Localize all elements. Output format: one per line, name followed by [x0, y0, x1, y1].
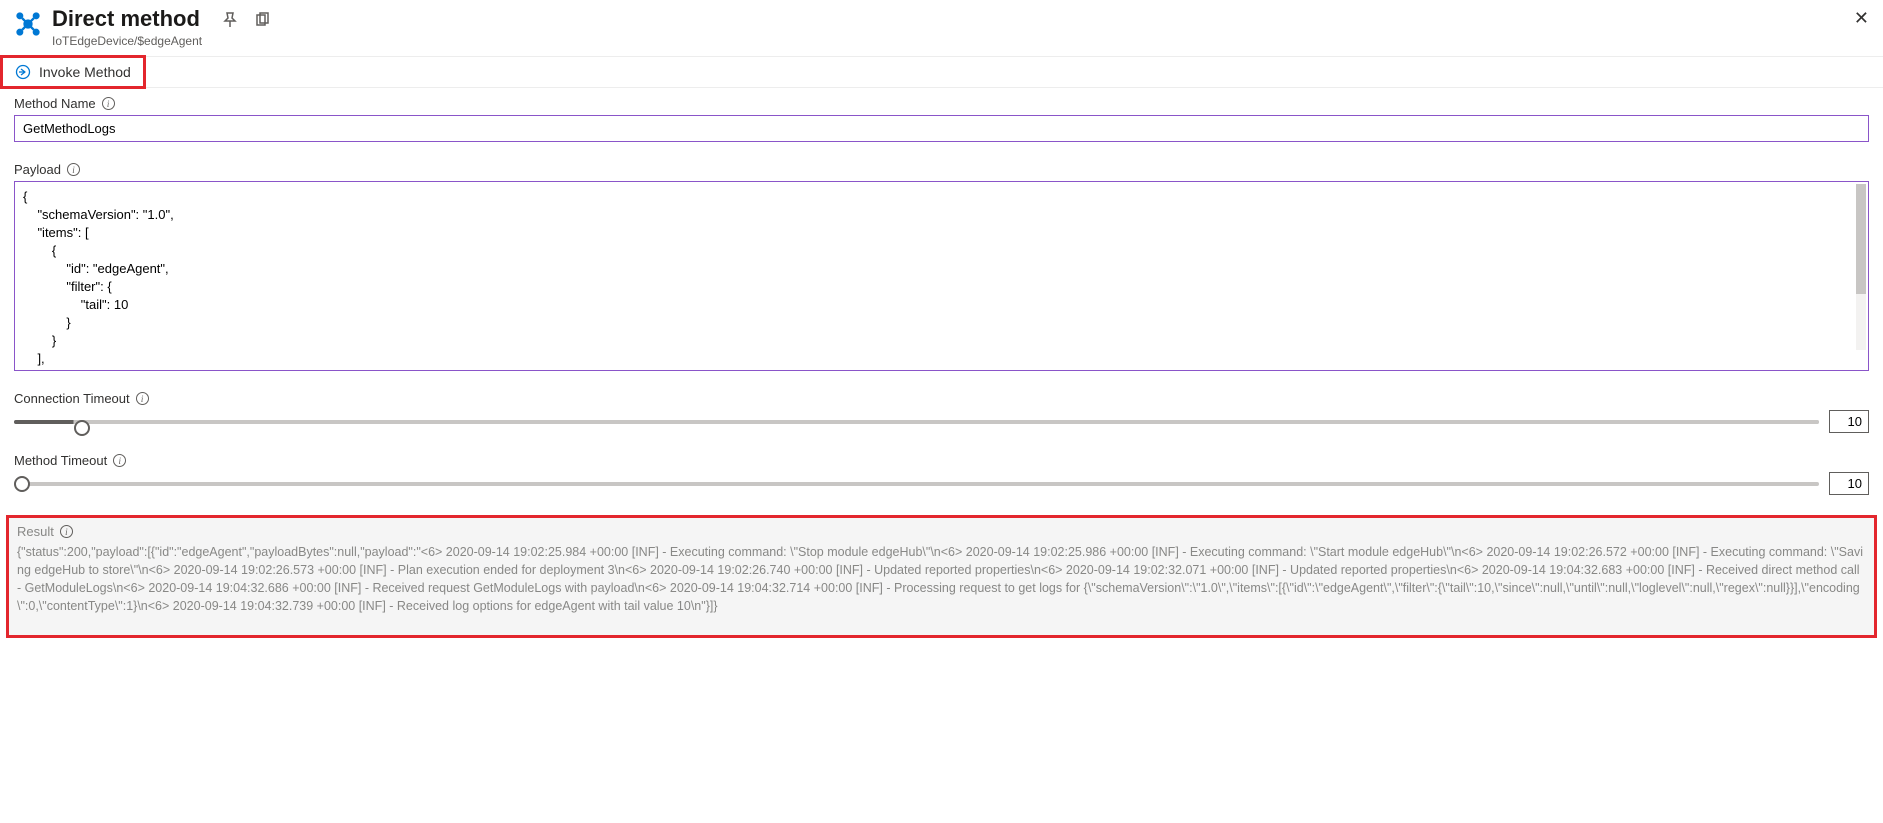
payload-textarea[interactable] [15, 182, 1868, 367]
pin-icon[interactable] [222, 12, 238, 33]
breadcrumb: IoTEdgeDevice/$edgeAgent [52, 34, 202, 48]
method-name-label: Method Name [14, 96, 96, 111]
invoke-method-label: Invoke Method [39, 64, 131, 80]
connection-timeout-value[interactable] [1829, 410, 1869, 433]
result-label: Result [17, 524, 54, 539]
info-icon[interactable]: i [60, 525, 73, 538]
method-name-input[interactable] [14, 115, 1869, 142]
result-panel: Result i {"status":200,"payload":[{"id":… [6, 515, 1877, 638]
method-timeout-slider[interactable] [14, 482, 1819, 486]
result-text: {"status":200,"payload":[{"id":"edgeAgen… [17, 543, 1866, 615]
info-icon[interactable]: i [136, 392, 149, 405]
method-timeout-value[interactable] [1829, 472, 1869, 495]
scrollbar-thumb[interactable] [1856, 184, 1866, 294]
copy-icon[interactable] [254, 12, 270, 33]
connection-timeout-label: Connection Timeout [14, 391, 130, 406]
connection-timeout-slider[interactable] [14, 420, 1819, 424]
payload-label: Payload [14, 162, 61, 177]
info-icon[interactable]: i [102, 97, 115, 110]
invoke-method-button[interactable]: Invoke Method [0, 55, 146, 89]
iot-device-icon [14, 10, 42, 38]
page-title: Direct method [52, 6, 202, 32]
close-icon[interactable]: ✕ [1854, 8, 1869, 29]
method-timeout-label: Method Timeout [14, 453, 107, 468]
arrow-right-circle-icon [15, 64, 31, 80]
info-icon[interactable]: i [67, 163, 80, 176]
info-icon[interactable]: i [113, 454, 126, 467]
